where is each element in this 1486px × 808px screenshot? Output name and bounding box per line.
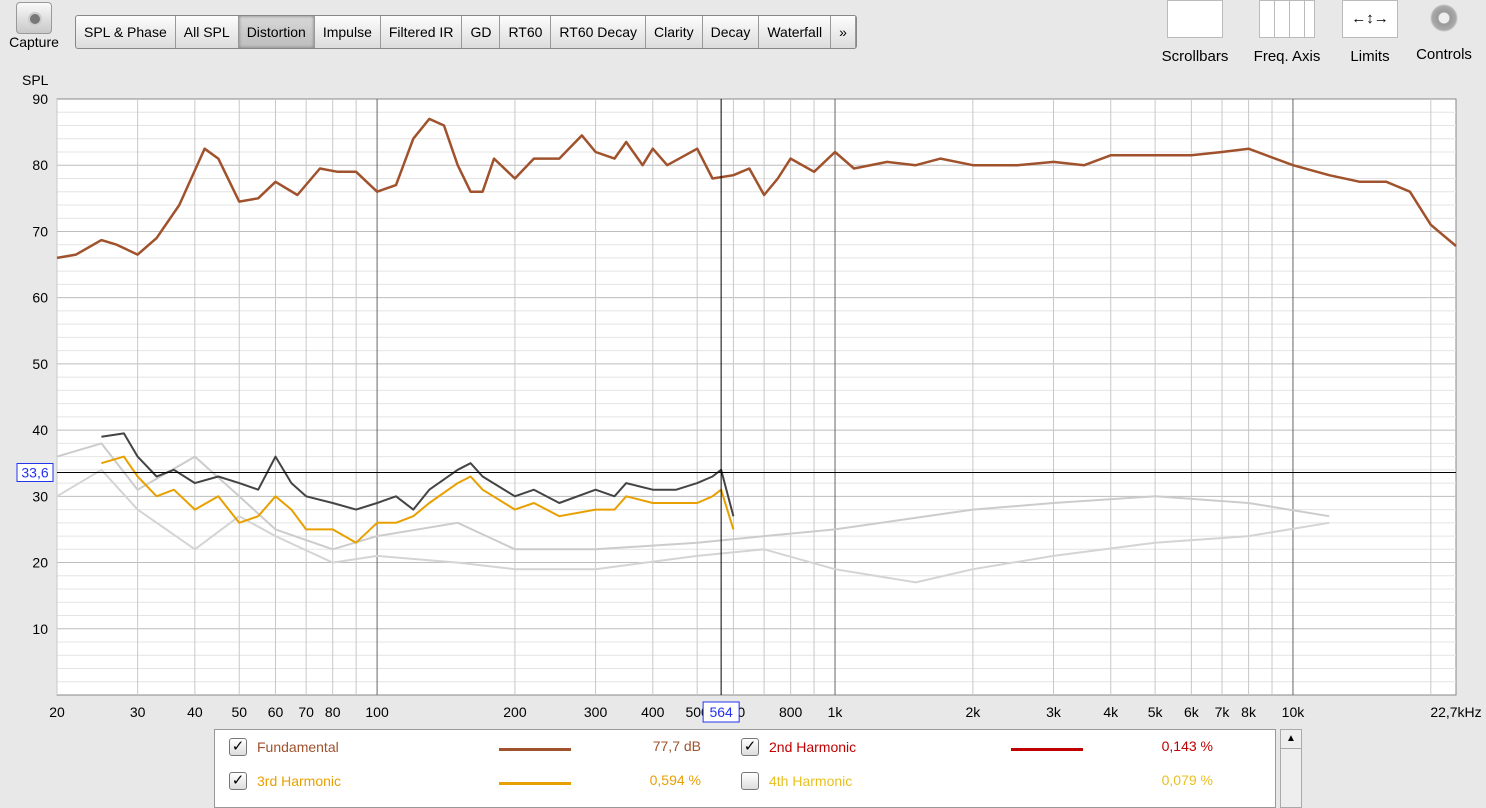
- x-tick-label: 6k: [1184, 704, 1200, 720]
- tab-decay[interactable]: Decay: [703, 16, 760, 48]
- x-tick-label: 3k: [1046, 704, 1062, 720]
- x-tick-label: 5k: [1148, 704, 1164, 720]
- y-tick-label: 80: [32, 157, 48, 173]
- legend-item: 4th Harmonic: [741, 772, 852, 790]
- x-tick-label: 4k: [1103, 704, 1119, 720]
- legend-checkbox[interactable]: [741, 772, 759, 790]
- legend-checkbox[interactable]: ✓: [229, 738, 247, 756]
- tab--[interactable]: »: [831, 16, 856, 48]
- limits-icon: ←↕→: [1342, 0, 1398, 38]
- freq-axis-icon: [1259, 0, 1315, 38]
- x-tick-label: 10k: [1282, 704, 1306, 720]
- y-tick-label: 90: [32, 91, 48, 107]
- legend-scrollbar[interactable]: ▲: [1280, 729, 1302, 808]
- tool-label: Freq. Axis: [1253, 48, 1321, 65]
- x-tick-label: 60: [268, 704, 284, 720]
- tab-all-spl[interactable]: All SPL: [176, 16, 239, 48]
- freq-axis-button[interactable]: Freq. Axis: [1250, 0, 1324, 65]
- scrollbars-icon: [1167, 0, 1223, 38]
- tab-filtered-ir[interactable]: Filtered IR: [381, 16, 463, 48]
- view-tabs: SPL & Phase All SPL Distortion Impulse Filte…: [75, 15, 857, 49]
- x-tick-label: 80: [325, 704, 341, 720]
- tab-rt60[interactable]: RT60: [500, 16, 552, 48]
- y-tick-label: 40: [32, 422, 48, 438]
- legend-swatch: [499, 782, 571, 785]
- tool-label: Scrollbars: [1161, 48, 1229, 65]
- tab-spl-phase[interactable]: SPL & Phase: [76, 16, 176, 48]
- legend-item: ✓ 2nd Harmonic: [741, 738, 856, 756]
- x-tick-label: 2k: [965, 704, 981, 720]
- legend-value: 0,143 %: [1161, 738, 1213, 754]
- y-axis-title: SPL: [22, 72, 49, 88]
- legend-panel: ✓ Fundamental 77,7 dB ✓ 2nd Harmonic 0,143 % ✓…: [214, 729, 1276, 808]
- x-tick-label: 22,7kHz: [1430, 704, 1481, 720]
- tab-distortion[interactable]: Distortion: [238, 16, 315, 48]
- legend-label: 3rd Harmonic: [257, 773, 342, 789]
- legend-checkbox[interactable]: ✓: [229, 772, 247, 790]
- y-tick-label: 60: [32, 290, 48, 306]
- legend-item: ✓ 3rd Harmonic: [229, 772, 341, 790]
- y-tick-label: 10: [32, 621, 48, 637]
- legend-value: 0,594 %: [649, 772, 701, 788]
- legend-swatch: [1011, 748, 1083, 751]
- camera-icon: [16, 2, 52, 34]
- gear-icon: [1427, 0, 1461, 36]
- legend-value: 0,079 %: [1161, 772, 1213, 788]
- x-tick-label: 800: [779, 704, 803, 720]
- x-tick-label: 7k: [1215, 704, 1231, 720]
- y-tick-label: 30: [32, 488, 48, 504]
- tab-clarity[interactable]: Clarity: [646, 16, 703, 48]
- capture-button[interactable]: Capture: [4, 0, 64, 50]
- cursor-y-label: 33,6: [21, 464, 48, 480]
- controls-button[interactable]: Controls: [1412, 0, 1476, 63]
- x-tick-label: 50: [231, 704, 247, 720]
- tab-rt60-decay[interactable]: RT60 Decay: [551, 16, 646, 48]
- x-tick-label: 8k: [1241, 704, 1257, 720]
- scroll-up-icon[interactable]: ▲: [1281, 730, 1301, 749]
- x-tick-label: 400: [641, 704, 665, 720]
- x-tick-label: 300: [584, 704, 608, 720]
- legend-value: 77,7 dB: [652, 738, 701, 754]
- x-tick-label: 20: [49, 704, 65, 720]
- legend-label: Fundamental: [257, 739, 339, 755]
- x-tick-label: 1k: [828, 704, 844, 720]
- legend-item: ✓ Fundamental: [229, 738, 339, 756]
- distortion-chart[interactable]: SPL 10 20 30 40 50 60 70 80 90 20 30 40 50 60 70 80 100 20…: [0, 70, 1486, 730]
- capture-label: Capture: [9, 34, 59, 50]
- tab-impulse[interactable]: Impulse: [315, 16, 381, 48]
- x-tick-label: 100: [365, 704, 389, 720]
- tab-waterfall[interactable]: Waterfall: [759, 16, 832, 48]
- x-tick-label: 30: [130, 704, 146, 720]
- scrollbars-button[interactable]: Scrollbars: [1158, 0, 1232, 65]
- x-tick-label: 70: [298, 704, 314, 720]
- y-tick-label: 50: [32, 356, 48, 372]
- legend-swatch: [499, 748, 571, 751]
- tool-label: Limits: [1350, 48, 1390, 65]
- y-tick-label: 20: [32, 555, 48, 571]
- legend-label: 2nd Harmonic: [769, 739, 857, 755]
- legend-label: 4th Harmonic: [769, 773, 853, 789]
- legend-checkbox[interactable]: ✓: [741, 738, 759, 756]
- x-tick-label: 40: [187, 704, 203, 720]
- cursor-x-label: 564: [709, 704, 733, 720]
- tool-label: Controls: [1416, 46, 1472, 63]
- y-tick-label: 70: [32, 223, 48, 239]
- x-tick-label: 200: [503, 704, 527, 720]
- limits-button[interactable]: ←↕→ Limits: [1342, 0, 1398, 65]
- tab-gd[interactable]: GD: [462, 16, 501, 48]
